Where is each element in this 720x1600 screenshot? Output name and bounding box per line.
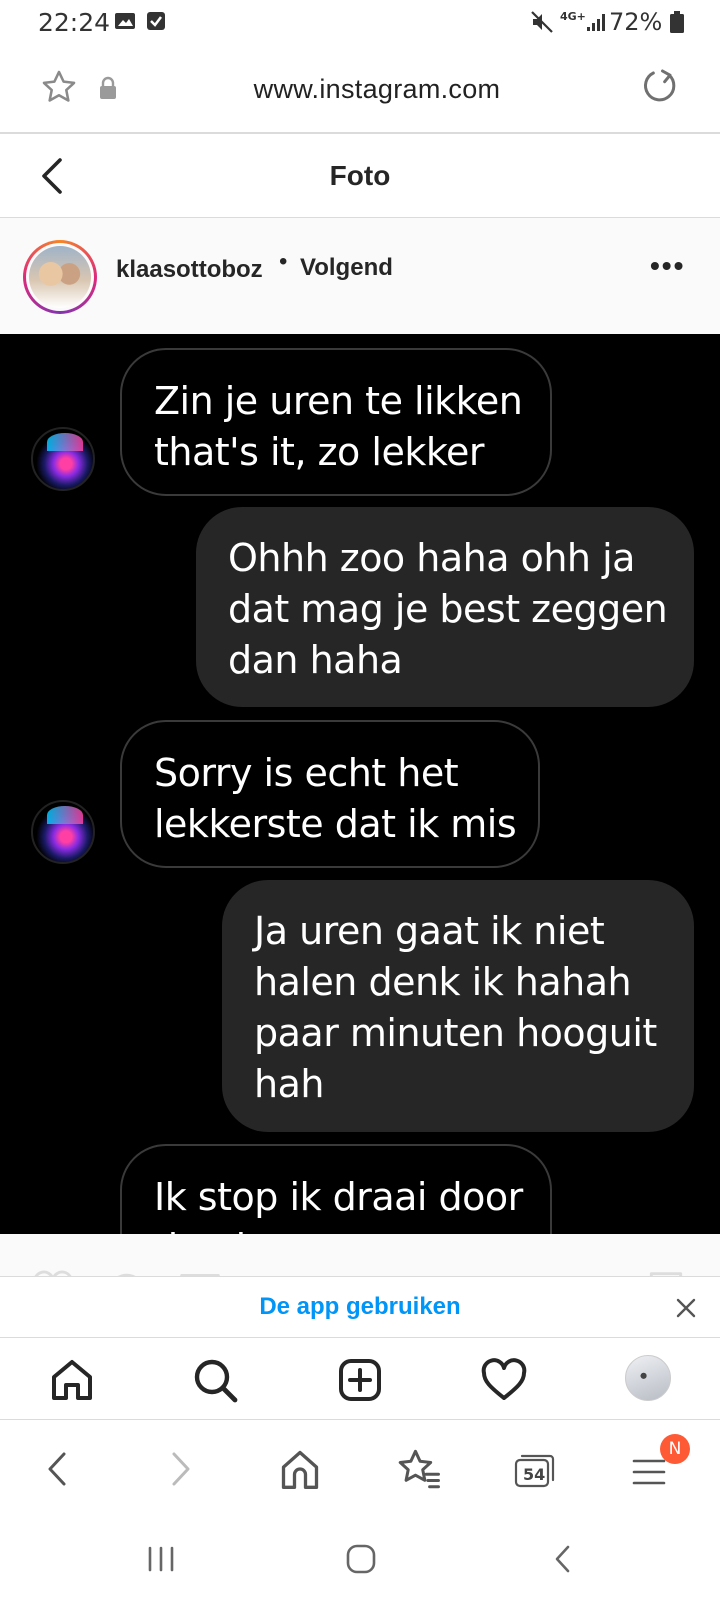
close-icon[interactable]	[672, 1294, 700, 1322]
new-post-icon[interactable]	[336, 1356, 384, 1404]
browser-forward-icon[interactable]	[162, 1444, 212, 1496]
reload-icon[interactable]	[640, 66, 680, 111]
post-header: klaasottoboz • Volgend •••	[0, 218, 720, 334]
4g-icon: 4G+	[560, 10, 586, 23]
chat-message-text: Sorry is echt het lekkerste dat ik mis	[154, 751, 517, 846]
chat-bubble-incoming: Sorry is echt het lekkerste dat ik mis	[120, 720, 540, 868]
search-icon[interactable]	[191, 1356, 239, 1404]
separator-dot: •	[279, 248, 288, 275]
url-field[interactable]: www.instagram.com	[0, 74, 720, 105]
page-header: Foto	[0, 134, 720, 218]
avatar-photo	[29, 246, 91, 308]
signal-icon	[586, 12, 608, 37]
activity-heart-icon[interactable]	[480, 1356, 528, 1404]
system-nav-bar	[0, 1522, 720, 1600]
battery-level: 72%	[609, 8, 684, 36]
browser-url-bar: www.instagram.com	[0, 46, 720, 134]
post-actions	[0, 1234, 720, 1278]
following-button[interactable]: Volgend	[300, 254, 393, 282]
status-bar: 22:24 4G+ 72%	[0, 0, 720, 46]
chat-avatar	[31, 427, 95, 491]
username-link[interactable]: klaasottoboz	[116, 256, 263, 284]
browser-back-icon[interactable]	[40, 1444, 90, 1496]
bookmarks-icon[interactable]	[396, 1444, 446, 1496]
browser-toolbar: 54	[0, 1420, 720, 1522]
chat-message-text: Ik stop ik draai door dan ja	[154, 1175, 523, 1234]
chat-message-text: Ja uren gaat ik niet halen denk ik hahah…	[254, 909, 657, 1106]
more-options-icon[interactable]: •••	[650, 250, 685, 282]
mute-icon	[530, 10, 554, 39]
browser-home-icon[interactable]	[278, 1444, 328, 1496]
chat-bubble-incoming: Ik stop ik draai door dan ja	[120, 1144, 552, 1234]
battery-percent: 72%	[609, 8, 663, 36]
status-time: 22:24	[38, 8, 111, 37]
chat-message-text: Ohhh zoo haha ohh ja dat mag je best zeg…	[228, 536, 668, 682]
open-app-banner: De app gebruiken	[0, 1276, 720, 1338]
image-icon	[114, 11, 136, 36]
profile-avatar[interactable]	[625, 1355, 671, 1401]
post-photo[interactable]: Zin je uren te likken that's it, zo lekk…	[0, 334, 720, 1234]
home-button-icon[interactable]	[344, 1542, 378, 1581]
tabs-icon[interactable]: 54	[512, 1444, 562, 1496]
chat-bubble-outgoing: Ja uren gaat ik niet halen denk ik hahah…	[222, 880, 694, 1132]
menu-notification-badge: N	[660, 1434, 690, 1464]
recent-apps-icon[interactable]	[146, 1542, 176, 1581]
open-app-link[interactable]: De app gebruiken	[0, 1293, 720, 1321]
tab-count: 54	[523, 1465, 546, 1484]
chat-message-text: Zin je uren te likken that's it, zo lekk…	[154, 379, 523, 474]
page-title: Foto	[329, 160, 391, 191]
chat-bubble-incoming: Zin je uren te likken that's it, zo lekk…	[120, 348, 552, 496]
battery-icon	[670, 11, 684, 33]
checkbox-icon	[146, 11, 166, 36]
chat-avatar	[31, 800, 95, 864]
instagram-nav	[0, 1338, 720, 1420]
home-icon[interactable]	[48, 1356, 96, 1404]
chat-bubble-outgoing: Ohhh zoo haha ohh ja dat mag je best zeg…	[196, 507, 694, 707]
system-back-icon[interactable]	[550, 1542, 576, 1581]
avatar[interactable]	[23, 240, 97, 314]
